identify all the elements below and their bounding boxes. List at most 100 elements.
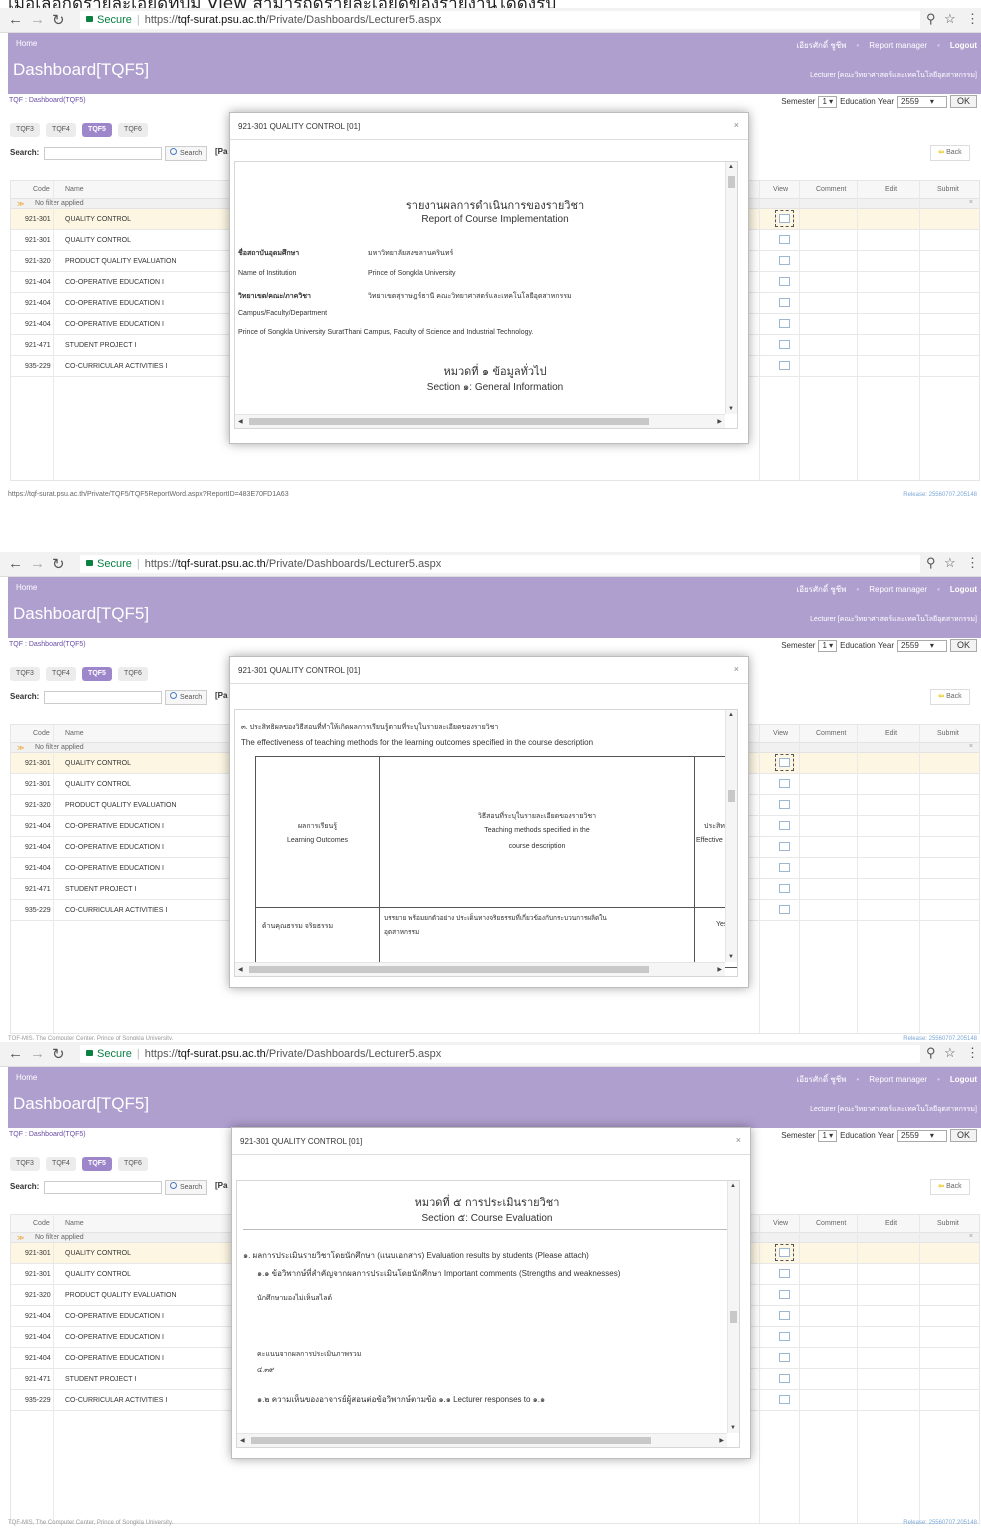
search-button[interactable]: Search: [165, 1180, 207, 1195]
year-select[interactable]: 2559 ▾: [896, 640, 947, 652]
vertical-scrollbar[interactable]: ▲ ▼: [727, 1181, 739, 1433]
back-arrow-icon[interactable]: ←: [8, 555, 23, 572]
view-book-icon[interactable]: [779, 905, 790, 914]
vertical-scrollbar[interactable]: ▲ ▼: [725, 710, 737, 962]
view-book-icon[interactable]: [779, 361, 790, 370]
tab-tqf5[interactable]: TQF5: [82, 123, 112, 137]
filter-close-icon[interactable]: ×: [969, 199, 973, 206]
view-book-icon[interactable]: [775, 210, 794, 227]
year-select[interactable]: 2559 ▾: [896, 1130, 947, 1142]
ok-button[interactable]: OK: [949, 639, 977, 652]
ok-button[interactable]: OK: [949, 1129, 977, 1142]
col-submit[interactable]: Submit: [937, 730, 959, 737]
filter-icon[interactable]: ≫: [17, 1234, 24, 1242]
filter-close-icon[interactable]: ×: [969, 743, 973, 750]
search-input[interactable]: [44, 691, 162, 704]
col-code[interactable]: Code: [33, 186, 50, 193]
menu-icon[interactable]: ⋮: [966, 555, 979, 571]
col-comment[interactable]: Comment: [816, 186, 846, 193]
back-button[interactable]: ⇦ Back: [930, 689, 970, 705]
search-input[interactable]: [44, 147, 162, 160]
user-name[interactable]: เอียรศักดิ์ ชูชีพ: [796, 1075, 846, 1084]
home-link[interactable]: Home: [16, 583, 37, 592]
menu-icon[interactable]: ⋮: [966, 11, 979, 27]
col-edit[interactable]: Edit: [885, 186, 897, 193]
view-book-icon[interactable]: [779, 1395, 790, 1404]
search-input[interactable]: [44, 1181, 162, 1194]
zoom-icon[interactable]: ⚲: [926, 11, 936, 27]
close-icon[interactable]: ×: [734, 664, 739, 674]
view-book-icon[interactable]: [779, 1311, 790, 1320]
menu-icon[interactable]: ⋮: [966, 1045, 979, 1061]
logout-link[interactable]: Logout: [950, 585, 977, 594]
col-edit[interactable]: Edit: [885, 1220, 897, 1227]
star-icon[interactable]: ☆: [944, 555, 956, 571]
logout-link[interactable]: Logout: [950, 41, 977, 50]
ok-button[interactable]: OK: [949, 95, 977, 108]
logout-link[interactable]: Logout: [950, 1075, 977, 1084]
view-book-icon[interactable]: [779, 298, 790, 307]
address-bar[interactable]: Secure | https://tqf-surat.psu.ac.th/Priva…: [80, 555, 920, 573]
address-bar[interactable]: Secure | https://tqf-surat.psu.ac.th/Priva…: [80, 11, 920, 29]
view-book-icon[interactable]: [779, 256, 790, 265]
semester-select[interactable]: 1 ▾: [818, 96, 838, 108]
reload-icon[interactable]: ↻: [52, 555, 65, 573]
tab-tqf4[interactable]: TQF4: [46, 1157, 76, 1171]
star-icon[interactable]: ☆: [944, 11, 956, 27]
col-view[interactable]: View: [773, 186, 788, 193]
forward-arrow-icon[interactable]: →: [30, 1045, 45, 1062]
tab-tqf6[interactable]: TQF6: [118, 667, 148, 681]
tab-tqf3[interactable]: TQF3: [10, 1157, 40, 1171]
col-view[interactable]: View: [773, 730, 788, 737]
semester-select[interactable]: 1 ▾: [818, 640, 838, 652]
view-book-icon[interactable]: [779, 863, 790, 872]
reload-icon[interactable]: ↻: [52, 1045, 65, 1063]
tab-tqf5[interactable]: TQF5: [82, 1157, 112, 1171]
close-icon[interactable]: ×: [734, 120, 739, 130]
view-book-icon[interactable]: [779, 1290, 790, 1299]
view-book-icon[interactable]: [779, 319, 790, 328]
filter-icon[interactable]: ≫: [17, 744, 24, 752]
semester-select[interactable]: 1 ▾: [818, 1130, 838, 1142]
report-manager-link[interactable]: Report manager: [869, 585, 927, 594]
view-book-icon[interactable]: [775, 754, 794, 771]
search-button[interactable]: Search: [165, 146, 207, 161]
col-name[interactable]: Name: [65, 186, 84, 193]
tab-tqf4[interactable]: TQF4: [46, 123, 76, 137]
filter-close-icon[interactable]: ×: [969, 1233, 973, 1240]
col-comment[interactable]: Comment: [816, 1220, 846, 1227]
tab-tqf6[interactable]: TQF6: [118, 1157, 148, 1171]
view-book-icon[interactable]: [779, 800, 790, 809]
reload-icon[interactable]: ↻: [52, 11, 65, 29]
view-book-icon[interactable]: [775, 1244, 794, 1261]
back-button[interactable]: ⇦ Back: [930, 1179, 970, 1195]
col-name[interactable]: Name: [65, 730, 84, 737]
horizontal-scrollbar[interactable]: ◀ ▶: [235, 414, 725, 428]
horizontal-scrollbar[interactable]: ◀ ▶: [235, 962, 725, 976]
col-submit[interactable]: Submit: [937, 1220, 959, 1227]
report-manager-link[interactable]: Report manager: [869, 41, 927, 50]
view-book-icon[interactable]: [779, 884, 790, 893]
back-arrow-icon[interactable]: ←: [8, 11, 23, 28]
view-book-icon[interactable]: [779, 1374, 790, 1383]
col-edit[interactable]: Edit: [885, 730, 897, 737]
col-comment[interactable]: Comment: [816, 730, 846, 737]
view-book-icon[interactable]: [779, 340, 790, 349]
view-book-icon[interactable]: [779, 821, 790, 830]
forward-arrow-icon[interactable]: →: [30, 11, 45, 28]
user-name[interactable]: เอียรศักดิ์ ชูชีพ: [796, 585, 846, 594]
year-select[interactable]: 2559 ▾: [896, 96, 947, 108]
user-name[interactable]: เอียรศักดิ์ ชูชีพ: [796, 41, 846, 50]
tab-tqf4[interactable]: TQF4: [46, 667, 76, 681]
breadcrumb[interactable]: TQF : Dashboard(TQF5): [9, 97, 86, 104]
address-bar[interactable]: Secure | https://tqf-surat.psu.ac.th/Priva…: [80, 1045, 920, 1063]
back-button[interactable]: ⇦ Back: [930, 145, 970, 161]
col-name[interactable]: Name: [65, 1220, 84, 1227]
home-link[interactable]: Home: [16, 39, 37, 48]
view-book-icon[interactable]: [779, 1269, 790, 1278]
zoom-icon[interactable]: ⚲: [926, 555, 936, 571]
star-icon[interactable]: ☆: [944, 1045, 956, 1061]
horizontal-scrollbar[interactable]: ◀ ▶: [237, 1433, 727, 1447]
home-link[interactable]: Home: [16, 1073, 37, 1082]
view-book-icon[interactable]: [779, 277, 790, 286]
